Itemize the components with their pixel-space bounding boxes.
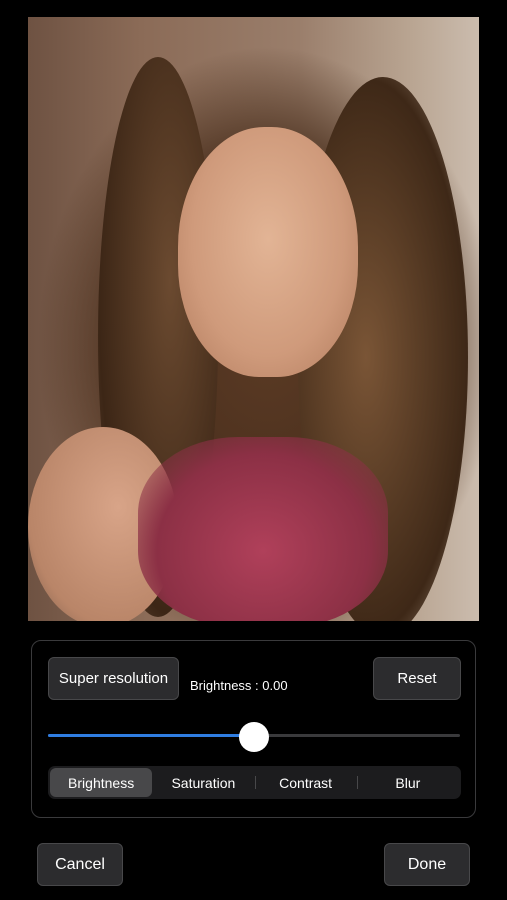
edited-photo — [28, 17, 479, 621]
done-button[interactable]: Done — [384, 843, 470, 886]
photo-region — [138, 437, 388, 621]
segment-brightness[interactable]: Brightness — [50, 768, 153, 797]
cancel-button[interactable]: Cancel — [37, 843, 123, 886]
adjustment-panel: Super resolution Brightness : 0.00 Reset… — [31, 640, 476, 818]
slider-fill — [48, 734, 254, 737]
super-resolution-button[interactable]: Super resolution — [48, 657, 179, 700]
brightness-value-label: Brightness : 0.00 — [190, 678, 288, 693]
adjustment-slider[interactable] — [48, 722, 460, 752]
segment-contrast[interactable]: Contrast — [254, 768, 357, 797]
segment-saturation[interactable]: Saturation — [152, 768, 254, 797]
segment-blur[interactable]: Blur — [356, 768, 459, 797]
photo-region — [178, 127, 358, 377]
reset-button[interactable]: Reset — [373, 657, 461, 700]
adjustment-type-segmented-control: Brightness Saturation Contrast Blur — [48, 766, 461, 799]
slider-thumb[interactable] — [239, 722, 269, 752]
